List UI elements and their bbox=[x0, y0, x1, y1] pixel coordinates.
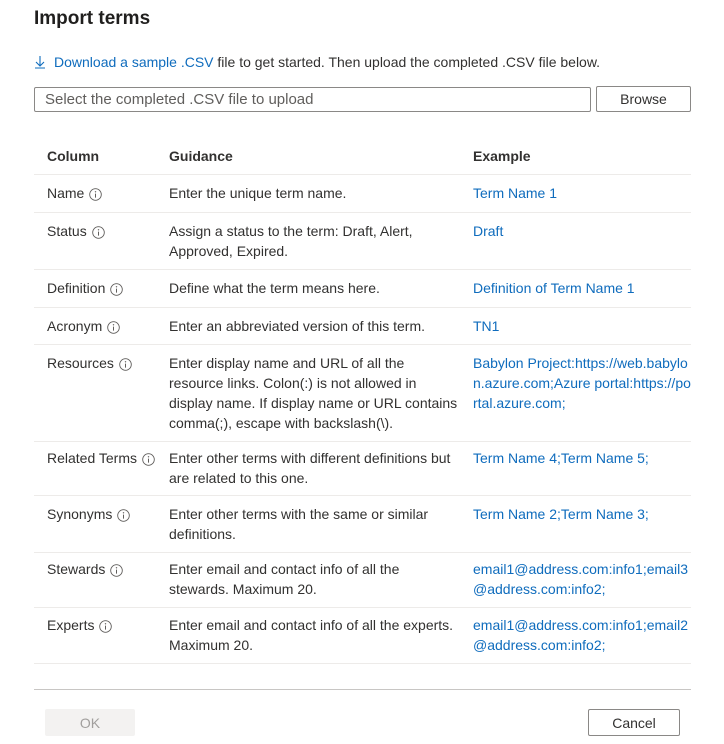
columns-table: Column Guidance Example Name Enter the un… bbox=[34, 137, 691, 664]
info-icon[interactable] bbox=[110, 562, 124, 577]
browse-button[interactable]: Browse bbox=[596, 86, 691, 112]
table-row: Related Terms Enter other terms with diff… bbox=[34, 442, 691, 496]
cancel-button[interactable]: Cancel bbox=[588, 709, 680, 736]
column-name-cell: Stewards bbox=[34, 559, 169, 599]
example-cell: Babylon Project:https://web.babylon.azur… bbox=[473, 355, 691, 411]
table-header: Column Guidance Example bbox=[34, 137, 691, 175]
table-row: Acronym Enter an abbreviated version of t… bbox=[34, 308, 691, 345]
dialog-title: Import terms bbox=[34, 8, 151, 29]
column-name: Acronym bbox=[47, 318, 103, 334]
example-cell: email1@address.com:info1;email3@address.… bbox=[473, 561, 688, 597]
download-instructions-text: file to get started. Then upload the com… bbox=[213, 54, 601, 70]
guidance-cell: Enter display name and URL of all the re… bbox=[169, 355, 458, 431]
file-upload-input[interactable] bbox=[34, 87, 591, 112]
header-column: Column bbox=[47, 147, 100, 164]
table-row: Resources Enter display name and URL of a… bbox=[34, 345, 691, 442]
info-icon[interactable] bbox=[107, 319, 120, 334]
example-cell: email1@address.com:info1;email2@address.… bbox=[473, 617, 688, 653]
download-icon[interactable] bbox=[34, 55, 46, 69]
column-name-cell: Synonyms bbox=[34, 504, 169, 544]
download-instructions: Download a sample .CSV file to get start… bbox=[34, 54, 600, 70]
guidance-cell: Enter the unique term name. bbox=[169, 185, 347, 201]
info-icon[interactable] bbox=[117, 507, 131, 522]
download-sample-link[interactable]: Download a sample .CSV bbox=[54, 54, 214, 70]
column-name-cell: Resources bbox=[34, 353, 169, 433]
info-icon[interactable] bbox=[110, 281, 124, 296]
column-name-cell: Definition bbox=[34, 278, 169, 298]
guidance-cell: Enter other terms with the same or simil… bbox=[169, 506, 429, 542]
example-cell: Definition of Term Name 1 bbox=[473, 280, 635, 296]
column-name-cell: Experts bbox=[34, 615, 169, 655]
column-name: Experts bbox=[47, 617, 95, 633]
ok-button[interactable]: OK bbox=[45, 709, 135, 736]
footer-divider bbox=[34, 689, 691, 690]
table-row: Name Enter the unique term name. Term Name… bbox=[34, 175, 691, 213]
table-row: Synonyms Enter other terms with the same … bbox=[34, 496, 691, 553]
example-cell: Draft bbox=[473, 223, 504, 239]
info-icon[interactable] bbox=[89, 186, 103, 201]
column-name: Definition bbox=[47, 280, 106, 296]
table-row: Definition Define what the term means her… bbox=[34, 270, 691, 308]
info-icon[interactable] bbox=[99, 618, 113, 633]
table-row: Experts Enter email and contact info of a… bbox=[34, 608, 691, 664]
guidance-cell: Enter an abbreviated version of this ter… bbox=[169, 318, 426, 334]
info-icon[interactable] bbox=[142, 451, 155, 466]
column-name-cell: Status bbox=[34, 221, 169, 261]
column-name-cell: Acronym bbox=[34, 316, 169, 336]
example-cell: Term Name 4;Term Name 5; bbox=[473, 450, 649, 466]
header-example: Example bbox=[473, 147, 531, 164]
header-guidance: Guidance bbox=[169, 147, 233, 164]
column-name: Synonyms bbox=[47, 506, 113, 522]
table-row: Stewards Enter email and contact info of … bbox=[34, 553, 691, 608]
guidance-cell: Define what the term means here. bbox=[169, 280, 380, 296]
column-name: Stewards bbox=[47, 561, 106, 577]
column-name: Resources bbox=[47, 355, 114, 371]
guidance-cell: Enter email and contact info of all the … bbox=[169, 561, 400, 597]
example-cell: Term Name 2;Term Name 3; bbox=[473, 506, 649, 522]
guidance-cell: Assign a status to the term: Draft, Aler… bbox=[169, 223, 413, 259]
example-cell: Term Name 1 bbox=[473, 185, 558, 201]
column-name-cell: Related Terms bbox=[34, 448, 169, 488]
column-name: Related Terms bbox=[47, 450, 138, 466]
column-name-cell: Name bbox=[34, 183, 169, 203]
info-icon[interactable] bbox=[119, 356, 132, 371]
column-name: Status bbox=[47, 223, 87, 239]
column-name: Name bbox=[47, 185, 85, 201]
info-icon[interactable] bbox=[91, 224, 105, 239]
guidance-cell: Enter other terms with different definit… bbox=[169, 450, 451, 486]
table-row: Status Assign a status to the term: Draft… bbox=[34, 213, 691, 270]
guidance-cell: Enter email and contact info of all the … bbox=[169, 617, 454, 653]
example-cell: TN1 bbox=[473, 318, 500, 334]
